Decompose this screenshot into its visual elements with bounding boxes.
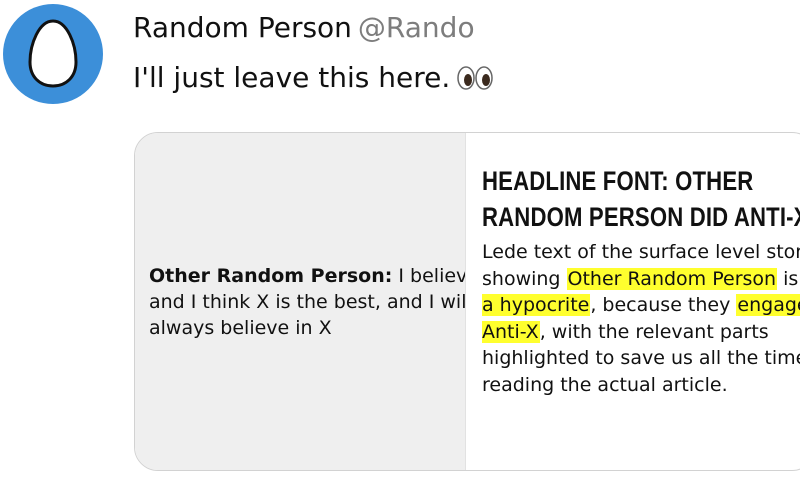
quote-text: Other Random Person: I believe X and I t… xyxy=(149,263,465,341)
article-headline: HEADLINE FONT: OTHER RANDOM PERSON DID A… xyxy=(482,166,800,232)
quote-panel: Other Random Person: I believe X and I t… xyxy=(135,133,466,470)
tweet-header: Random Person @Rando xyxy=(133,8,475,48)
eyes-icon xyxy=(457,66,494,90)
egg-avatar-icon xyxy=(28,19,78,88)
link-preview-card[interactable]: Other Random Person: I believe X and I t… xyxy=(134,132,800,471)
article-panel: HEADLINE FONT: OTHER RANDOM PERSON DID A… xyxy=(466,133,800,470)
avatar[interactable] xyxy=(3,4,103,104)
quote-speaker: Other Random Person: xyxy=(149,265,393,287)
article-lede: Lede text of the surface level story sho… xyxy=(482,239,800,398)
display-name[interactable]: Random Person xyxy=(133,11,352,44)
tweet-text: I'll just leave this here. xyxy=(133,61,451,94)
lede-text: is xyxy=(783,267,799,290)
user-handle[interactable]: @Rando xyxy=(358,11,475,44)
highlighted-text: Other Random Person xyxy=(566,267,778,290)
tweet-body: I'll just leave this here. xyxy=(133,56,494,100)
lede-text: , because they xyxy=(590,294,737,316)
